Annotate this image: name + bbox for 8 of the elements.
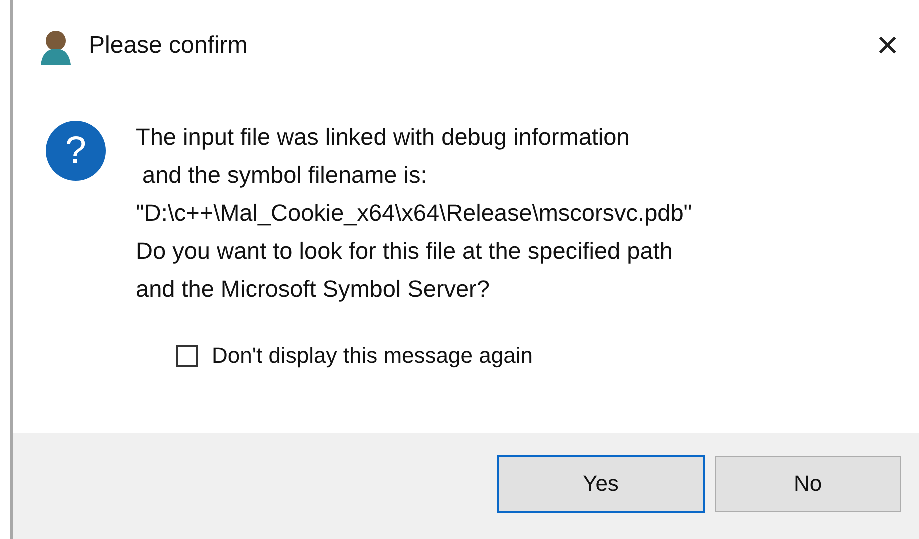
dialog-button[interactable]: Yes [497,455,705,513]
checkbox[interactable] [176,345,198,367]
checkbox-label: Don't display this message again [212,343,533,369]
window-title: Please confirm [89,32,249,60]
dialog-button[interactable]: No [715,456,901,512]
message-text: The input file was linked with debug information and the symbol filename is: "D:\c++\Mal_Cookie_x64\x64\Release\mscorsvc.pdb" Do you want to look for this file at the specified path and the Microsoft Symbol Server? [136,123,692,304]
question-icon: ? [46,121,106,181]
close-button[interactable]: × [870,27,905,65]
